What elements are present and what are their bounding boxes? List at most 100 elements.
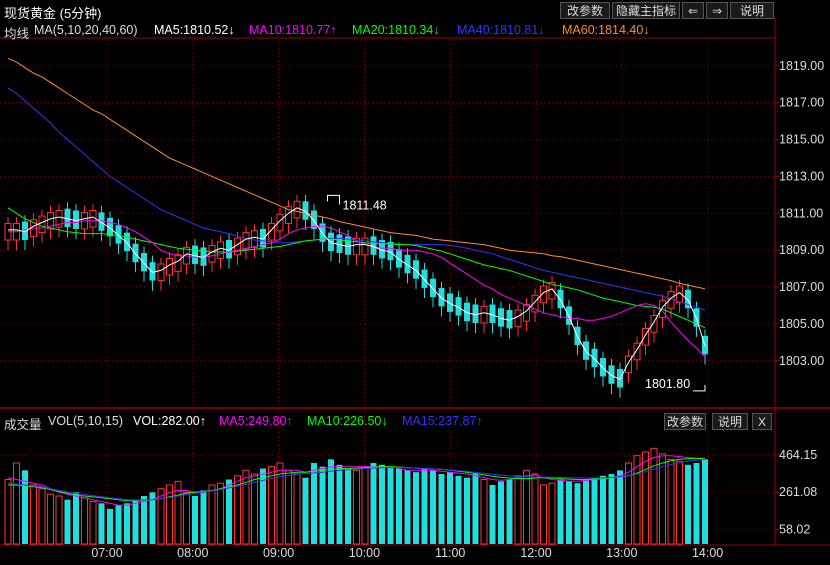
- volume-bar-down: [608, 474, 615, 544]
- ma40-legend: MA40:1810.81↓: [457, 23, 545, 37]
- volume-bar-down: [115, 505, 122, 544]
- volume-bar-down: [702, 459, 708, 544]
- volume-bar-up: [4, 479, 12, 545]
- ma-legend-prefix: 均线: [4, 27, 30, 41]
- time-tick-label: 10:00: [349, 546, 380, 560]
- volume-tick-label: 261.08: [779, 485, 817, 499]
- ma10-line: [8, 220, 706, 358]
- chart-title: 现货黄金 (5分钟): [4, 6, 102, 21]
- candle-body-down: [141, 252, 147, 272]
- candle-body-down: [115, 225, 122, 244]
- time-tick-label: 08:00: [177, 546, 208, 560]
- hide-main-indicator-button[interactable]: 隐藏主指标: [612, 2, 680, 19]
- volume-bar-up: [650, 447, 658, 545]
- candle-body-down: [591, 348, 598, 368]
- chart-canvas[interactable]: 1819.00 1817.00 1815.00 1813.00 1811.00 1809.…: [0, 0, 830, 560]
- volume-bar-down: [557, 479, 564, 544]
- volume-tick-label: 464.15: [779, 448, 817, 462]
- volume-bar-up: [251, 473, 258, 545]
- next-arrow-button[interactable]: ⇒: [706, 2, 728, 19]
- volume-bar-down: [336, 464, 343, 544]
- volume-bar-down: [141, 496, 147, 544]
- vol-ma15-legend: MA15:237.87↑: [402, 414, 483, 428]
- candle-body-up: [480, 305, 488, 324]
- volume-bar-down: [404, 470, 411, 544]
- volume-bar-down: [413, 472, 419, 544]
- candle-body-down: [608, 365, 615, 384]
- volume-bar-down: [685, 464, 691, 544]
- candle-body-up: [157, 263, 165, 282]
- volume-bar-down: [319, 466, 326, 544]
- volume-bar-up: [285, 469, 292, 545]
- vol-change-params-button[interactable]: 改参数: [664, 413, 706, 430]
- vol-value-legend: VOL:282.00↑: [133, 414, 206, 428]
- volume-bar-down: [379, 464, 385, 544]
- price-tick-label: 1807.00: [779, 280, 824, 294]
- change-params-button[interactable]: 改参数: [560, 2, 610, 19]
- candle-body-down: [396, 249, 402, 268]
- price-tick-label: 1817.00: [779, 96, 824, 110]
- volume-tick-label: 58.02: [779, 522, 810, 536]
- volume-bar-down: [591, 477, 598, 544]
- volume-bar-down: [617, 470, 623, 544]
- time-tick-label: 09:00: [263, 546, 294, 560]
- volume-bar-down: [345, 468, 351, 544]
- candle-body-down: [557, 289, 564, 309]
- volume-bar-down: [73, 492, 79, 544]
- volume-bar-up: [13, 462, 20, 545]
- volume-bar-down: [506, 479, 513, 544]
- volume-bar-down: [311, 463, 317, 544]
- high-marker: [327, 194, 340, 205]
- volume-bar-down: [430, 470, 436, 544]
- candle-body-down: [132, 243, 139, 263]
- volume-bar-down: [64, 499, 71, 544]
- volume-bar-up: [633, 455, 641, 545]
- low-marker: [693, 384, 706, 392]
- volume-bar-up: [208, 484, 216, 545]
- candle-body-up: [514, 309, 522, 328]
- volume-bar-up: [523, 469, 530, 545]
- volume-bar-down: [328, 459, 334, 544]
- volume-bar-up: [166, 484, 173, 545]
- price-tick-label: 1809.00: [779, 243, 824, 257]
- time-tick-label: 11:00: [435, 546, 465, 560]
- candle-body-up: [217, 241, 224, 259]
- help-button[interactable]: 说明: [730, 2, 774, 19]
- price-tick-label: 1805.00: [779, 317, 824, 331]
- volume-bar-down: [600, 475, 606, 544]
- volume-bar-up: [642, 451, 649, 545]
- volume-bar-down: [132, 499, 139, 544]
- volume-bar-up: [353, 469, 360, 545]
- vol-ma10-legend: MA10:226.50↓: [307, 414, 388, 428]
- price-tick-label: 1815.00: [779, 133, 824, 147]
- volume-bar-up: [183, 491, 190, 545]
- candle-body-down: [600, 357, 606, 377]
- low-price-label: 1801.80: [645, 377, 690, 391]
- vol-legend-label: VOL(5,10,15): [48, 414, 124, 428]
- ma20-legend: MA20:1810.34↓: [352, 23, 440, 37]
- volume-bar-up: [276, 462, 284, 545]
- candle-body-down: [328, 232, 334, 252]
- vol-legend-prefix: 成交量: [4, 418, 42, 432]
- volume-bar-down: [472, 474, 479, 544]
- volume-bar-down: [447, 472, 453, 544]
- volume-bar-down: [387, 466, 394, 544]
- volume-bar-down: [583, 479, 589, 544]
- volume-bar-down: [464, 477, 470, 544]
- price-tick-label: 1803.00: [779, 354, 824, 368]
- ma-legend-label: MA(5,10,20,40,60): [34, 23, 138, 37]
- volume-bar-down: [396, 468, 402, 544]
- volume-bar-down: [489, 485, 496, 544]
- time-tick-label: 14:00: [692, 546, 723, 560]
- prev-arrow-button[interactable]: ⇐: [682, 2, 704, 19]
- candle-body-down: [438, 287, 445, 307]
- chart-stage: 1819.00 1817.00 1815.00 1813.00 1811.00 1809.…: [0, 0, 830, 560]
- volume-bar-up: [514, 475, 522, 545]
- volume-bar-up: [480, 479, 488, 545]
- volume-bar-down: [574, 483, 581, 544]
- vol-close-button[interactable]: X: [752, 413, 772, 430]
- vol-help-button[interactable]: 说明: [712, 413, 748, 430]
- volume-bar-down: [124, 503, 130, 544]
- price-tick-label: 1811.00: [779, 206, 823, 220]
- time-tick-label: 12:00: [520, 546, 551, 560]
